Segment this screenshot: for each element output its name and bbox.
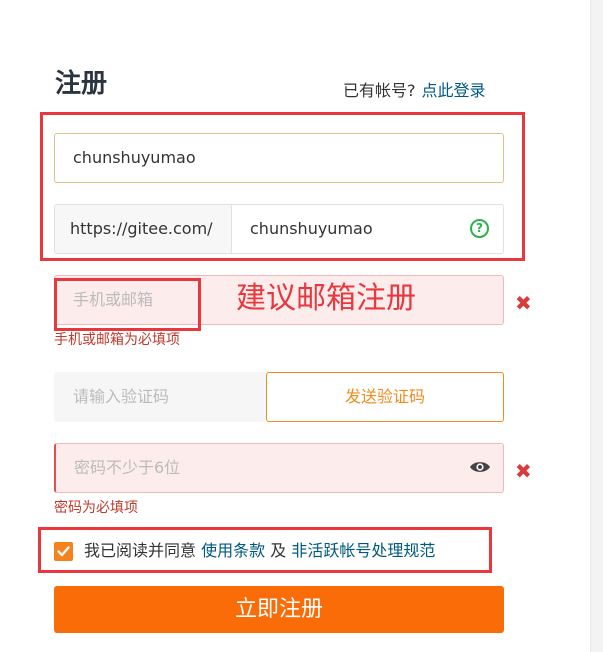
agreement-label: 我已阅读并同意 [84,541,197,560]
eye-icon[interactable] [469,459,491,475]
username-input[interactable]: chunshuyumao [54,133,504,183]
send-code-button[interactable]: 发送验证码 [266,372,504,422]
annotation-note: 建议邮箱注册 [236,281,416,316]
check-icon [57,546,70,557]
space-url-input[interactable]: chunshuyumao [231,204,504,254]
page-title: 注册 [55,69,108,99]
agree-checkbox[interactable] [54,542,73,561]
register-button[interactable]: 立即注册 [54,586,504,633]
have-account-text: 已有帐号? [343,81,416,100]
password-input[interactable]: 密码不少于6位 [54,443,504,493]
login-prompt: 已有帐号? 点此登录 [343,80,486,102]
x-icon: ✖ [515,291,532,315]
login-link[interactable]: 点此登录 [422,81,486,100]
verification-code-input[interactable]: 请输入验证码 [54,372,266,422]
password-error-message: 密码为必填项 [54,500,138,516]
space-url-prefix: https://gitee.com/ [54,204,232,254]
agreement-text: 我已阅读并同意 使用条款 及 非活跃帐号处理规范 [84,540,435,562]
x-icon: ✖ [515,459,532,483]
question-circle-icon[interactable]: ? [470,219,489,238]
account-error-message: 手机或邮箱为必填项 [54,332,180,348]
agreement-conj: 及 [270,541,287,560]
policy-link[interactable]: 非活跃帐号处理规范 [291,541,435,560]
terms-link[interactable]: 使用条款 [201,541,265,560]
scrollbar-track[interactable] [590,0,603,652]
